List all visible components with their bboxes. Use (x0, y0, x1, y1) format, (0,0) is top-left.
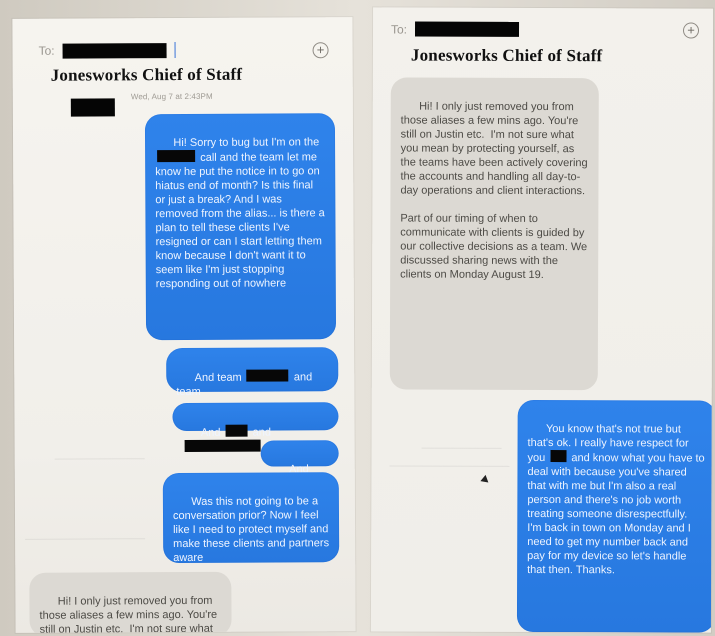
outgoing-message-1: Hi! Sorry to bug but I'm on the call and… (144, 113, 337, 341)
plus-circle-icon[interactable]: + (682, 22, 700, 39)
incoming-message-preview: Hi! I only just removed you from those a… (29, 571, 232, 633)
text-cursor (174, 42, 176, 59)
message-text: Hi! I only just removed you from those a… (400, 100, 591, 282)
inline-redaction (550, 450, 567, 463)
recipient-row[interactable]: To: (390, 21, 520, 37)
chief-of-staff-label: Jonesworks Chief of Staff (410, 45, 603, 66)
message-text-part: And (200, 426, 224, 439)
chief-of-staff-label: Jonesworks Chief of Staff (50, 64, 243, 85)
plus-circle-icon[interactable]: + (312, 42, 329, 59)
to-label: To: (390, 21, 408, 37)
incoming-message-full: Hi! I only just removed you from those a… (389, 77, 599, 391)
inline-redaction (157, 149, 196, 163)
right-message-screen: To: + Jonesworks Chief of Staff Hi! I on… (370, 7, 714, 633)
inline-redaction (246, 369, 289, 382)
message-text-part: and know what you have to deal with beca… (527, 452, 708, 577)
left-message-screen: To: + Jonesworks Chief of Staff Wed, Aug… (12, 17, 356, 633)
message-text-part: And team (194, 371, 245, 384)
message-timestamp: Wed, Aug 7 at 2:43PM (130, 91, 213, 102)
message-text-part: call and the team let me know he put the… (155, 151, 328, 291)
recipient-redaction (62, 42, 167, 59)
inline-redaction (184, 439, 261, 452)
to-label: To: (38, 43, 55, 58)
message-text-part: Hi! Sorry to bug but I'm on the (173, 136, 323, 150)
inline-redaction (225, 424, 248, 437)
outgoing-message-3: And and (172, 402, 339, 452)
recipient-row[interactable]: To: (39, 42, 176, 59)
outgoing-message-5: Was this not going to be a conversation … (162, 472, 340, 565)
messages-screenshot-pair: To: + Jonesworks Chief of Staff Wed, Aug… (0, 0, 715, 636)
outgoing-message-2: And team and team (166, 347, 339, 426)
contact-redaction (70, 98, 115, 117)
outgoing-reply-message: You know that's not true but that's ok. … (516, 399, 714, 633)
message-text-part: Was this not going to be a conversation … (172, 495, 333, 565)
message-text-part: and (249, 426, 275, 439)
outgoing-message-4: And (260, 440, 339, 489)
recipient-redaction (415, 21, 520, 37)
message-text-part: Hi! I only just removed you from those a… (39, 594, 221, 633)
